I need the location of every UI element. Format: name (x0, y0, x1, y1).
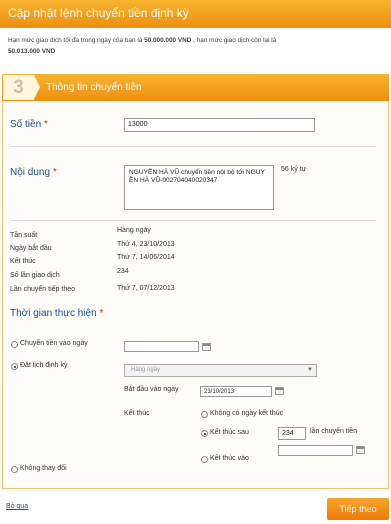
info-label-count: Số lần giao dịch (10, 272, 60, 279)
end-after-count-input[interactable]: 234 (278, 427, 306, 440)
frequency-select-value: Hàng ngày (131, 367, 161, 373)
char-counter: 56 ký tự (281, 166, 306, 173)
radio-end-after[interactable] (201, 430, 208, 437)
info-label-start-date: Ngày bắt đầu (10, 245, 52, 252)
page-title: Cập nhật lệnh chuyển tiền định kỳ (8, 6, 189, 20)
step-number: 3 (3, 75, 34, 100)
radio-no-change[interactable] (11, 466, 18, 473)
char-count-value: 56 (281, 166, 289, 173)
schedule-label: Thời gian thực hiện * (10, 308, 103, 319)
content-textarea[interactable]: NGUYỄN HÀ VŨ chuyển tiền nội bộ tới NGUY… (124, 165, 274, 210)
info-label-frequency: Tần suất (10, 232, 38, 239)
amount-label: Số tiền * (10, 119, 48, 130)
remaining-limit-amount: 50.013.000 VND (8, 48, 56, 55)
no-change-label: Không thay đổi (20, 465, 67, 472)
max-limit-amount: 50.000.000 VND (144, 37, 192, 44)
info-value-count: 234 (117, 268, 129, 275)
limit-note-text-2: , hạn mức giao dịch còn lại là (191, 37, 277, 44)
start-date-label: Bắt đầu vào ngày (124, 386, 179, 393)
option-recurring-schedule-label: Đặt lịch định kỳ (20, 362, 68, 369)
radio-recurring-schedule[interactable] (11, 363, 18, 370)
end-label: Kết thúc (124, 410, 150, 417)
required-mark: * (99, 308, 104, 319)
transfer-date-input[interactable] (124, 341, 199, 352)
schedule-label-text: Thời gian thực hiện (10, 308, 97, 319)
calendar-icon[interactable] (202, 343, 211, 351)
info-value-end-date: Thứ 7, 14/06/2014 (117, 254, 175, 261)
content-label: Nội dung * (10, 167, 57, 178)
radio-end-none[interactable] (201, 411, 208, 418)
end-none-label: Không có ngày kết thúc (210, 410, 284, 417)
calendar-icon[interactable] (275, 387, 284, 395)
required-mark: * (43, 119, 48, 130)
calendar-icon[interactable] (356, 446, 365, 454)
amount-label-text: Số tiền (10, 119, 42, 130)
char-count-unit: ký tự (290, 166, 307, 173)
end-after-label: Kết thúc sau (210, 429, 249, 436)
next-button[interactable]: Tiếp theo (327, 498, 389, 520)
start-date-input[interactable]: 23/10/2013 (200, 386, 272, 397)
chevron-down-icon: ▼ (307, 367, 313, 373)
step-arrow-icon (34, 75, 40, 99)
info-value-next-transfer: Thứ 7, 07/12/2013 (117, 285, 175, 292)
step-title: Thông tin chuyển tiền (46, 82, 142, 93)
transfer-info-panel (2, 74, 389, 489)
info-value-start-date: Thứ 4, 23/10/2013 (117, 241, 175, 248)
amount-input[interactable]: 13000 (124, 118, 315, 132)
radio-transfer-on-date[interactable] (11, 341, 18, 348)
frequency-select[interactable]: Hàng ngày (124, 364, 317, 377)
content-label-text: Nội dung (10, 167, 51, 178)
skip-link[interactable]: Bỏ qua (6, 503, 28, 510)
divider (10, 220, 376, 221)
info-value-frequency: Hàng ngày (117, 227, 151, 234)
limit-note-text-1: Hạn mức giao dịch tối đa trong ngày của … (8, 37, 145, 44)
radio-end-on[interactable] (201, 456, 208, 463)
end-on-label: Kết thúc vào (210, 455, 249, 462)
limit-note: Hạn mức giao dịch tối đa trong ngày của … (8, 35, 384, 57)
required-mark: * (52, 167, 57, 178)
end-date-input[interactable] (278, 445, 353, 456)
info-label-end-date: Kết thúc (10, 258, 36, 265)
end-after-unit: lần chuyển tiền (310, 428, 358, 435)
divider (10, 146, 376, 147)
option-transfer-on-date-label: Chuyển tiền vào ngày (20, 340, 88, 347)
info-label-next-transfer: Lần chuyển tiếp theo (10, 286, 75, 293)
